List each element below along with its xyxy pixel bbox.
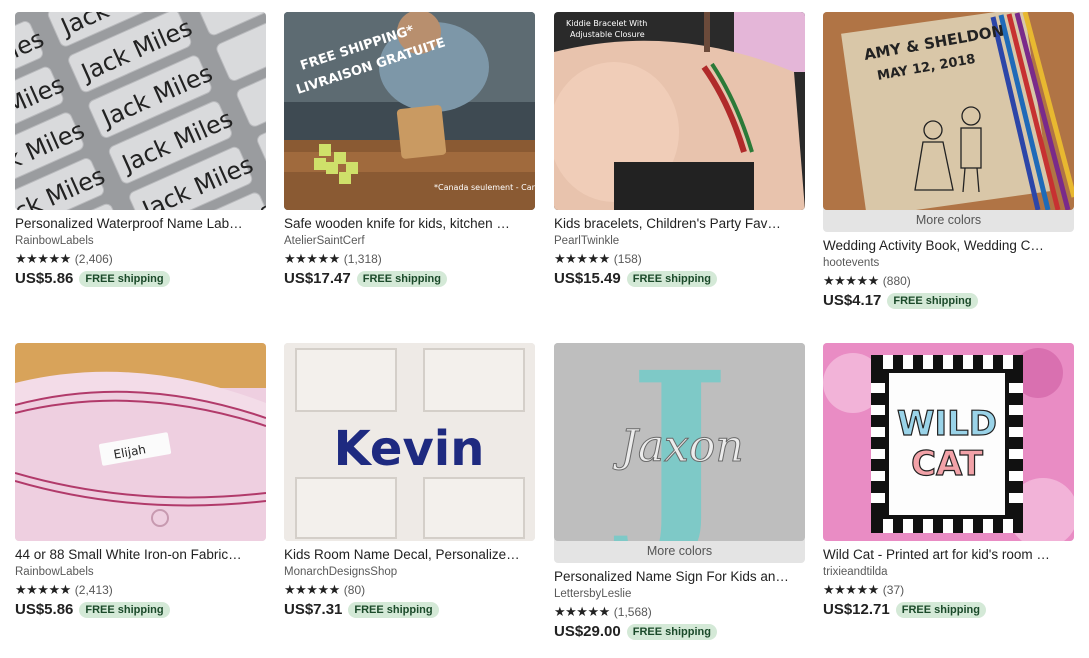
free-shipping-badge: FREE shipping	[887, 292, 978, 309]
rating: ★★★★★ (2,406)	[15, 251, 266, 267]
price-row: US$4.17 FREE shipping	[823, 292, 1074, 309]
free-shipping-badge: FREE shipping	[79, 270, 170, 287]
review-count: (80)	[343, 583, 366, 597]
svg-text:Kiddie Bracelet With: Kiddie Bracelet With	[566, 19, 647, 28]
rating: ★★★★★ (158)	[554, 251, 805, 267]
free-shipping-badge: FREE shipping	[626, 270, 717, 287]
shop-name: RainbowLabels	[15, 235, 94, 247]
rating: ★★★★★ (80)	[284, 582, 535, 598]
listing-image[interactable]: AMY & SHELDON MAY 12, 2018	[823, 12, 1074, 210]
listing-image[interactable]: J Jaxon	[554, 343, 805, 541]
shop-name: RainbowLabels	[15, 566, 94, 578]
listing-image[interactable]: Jack Miles Jack Miles Jack Miles Jack Mi…	[15, 12, 266, 210]
rating: ★★★★★ (2,413)	[15, 582, 266, 598]
price-row: US$12.71 FREE shipping	[823, 601, 1074, 618]
kids-bracelet-photo: Kiddie Bracelet With Adjustable Closure	[554, 12, 805, 210]
listing-image[interactable]: Kevin	[284, 343, 535, 541]
svg-text:*Canada seulement - Canada onl: *Canada seulement - Canada only	[434, 183, 535, 192]
shop-name: LettersbyLeslie	[554, 588, 632, 600]
review-count: (1,318)	[343, 252, 382, 266]
shop-name: MonarchDesignsShop	[284, 566, 398, 578]
star-rating-icon: ★★★★★	[823, 582, 879, 597]
iron-on-label-photo: Elijah	[15, 343, 266, 541]
listing-title[interactable]: Personalized Name Sign For Kids an…	[554, 569, 805, 584]
shop-name: hootevents	[823, 257, 880, 269]
price-row: US$5.86 FREE shipping	[15, 601, 266, 618]
shop-name: PearlTwinkle	[554, 235, 620, 247]
listing-image[interactable]: Elijah	[15, 343, 266, 541]
rating: ★★★★★ (880)	[823, 273, 1074, 289]
listing-title[interactable]: Wedding Activity Book, Wedding C…	[823, 238, 1074, 253]
more-colors-bar[interactable]: More colors	[554, 539, 805, 563]
svg-text:WILD: WILD	[897, 404, 997, 444]
price: US$5.86	[15, 270, 74, 287]
review-count: (158)	[613, 252, 642, 266]
rating: ★★★★★ (37)	[823, 582, 1074, 598]
svg-text:Kevin: Kevin	[334, 421, 485, 477]
price: US$5.86	[15, 601, 74, 618]
star-rating-icon: ★★★★★	[554, 604, 610, 619]
listing-title[interactable]: 44 or 88 Small White Iron-on Fabric…	[15, 547, 266, 562]
rating: ★★★★★ (1,318)	[284, 251, 535, 267]
free-shipping-badge: FREE shipping	[626, 623, 717, 640]
listing-title[interactable]: Kids Room Name Decal, Personalize…	[284, 547, 535, 562]
shop-name: AtelierSaintCerf	[284, 235, 365, 247]
free-shipping-badge: FREE shipping	[79, 601, 170, 618]
name-labels-photo: Jack Miles Jack Miles Jack Miles Jack Mi…	[15, 12, 266, 210]
free-shipping-badge: FREE shipping	[356, 270, 447, 287]
price-row: US$17.47 FREE shipping	[284, 270, 535, 287]
review-count: (2,406)	[74, 252, 113, 266]
listing-title[interactable]: Kids bracelets, Children's Party Fav…	[554, 216, 805, 231]
price-row: US$15.49 FREE shipping	[554, 270, 805, 287]
listing-card[interactable]: Kiddie Bracelet With Adjustable Closure …	[554, 12, 805, 287]
more-colors-bar[interactable]: More colors	[823, 208, 1074, 232]
price: US$12.71	[823, 601, 890, 618]
listing-card[interactable]: J Jaxon More colors Personalized Name Si…	[554, 343, 805, 640]
star-rating-icon: ★★★★★	[15, 251, 71, 266]
price: US$17.47	[284, 270, 351, 287]
price-row: US$29.00 FREE shipping	[554, 623, 805, 640]
shop-name: trixieandtilda	[823, 566, 888, 578]
wedding-activity-book-photo: AMY & SHELDON MAY 12, 2018	[823, 12, 1074, 210]
rating: ★★★★★ (1,568)	[554, 604, 805, 620]
wooden-knife-photo: FREE SHIPPING* LIVRAISON GRATUITE *Canad…	[284, 12, 535, 210]
listing-grid: Jack Miles Jack Miles Jack Miles Jack Mi…	[0, 0, 1089, 658]
room-name-decal-photo: Kevin	[284, 343, 535, 541]
star-rating-icon: ★★★★★	[554, 251, 610, 266]
star-rating-icon: ★★★★★	[284, 582, 340, 597]
listing-title[interactable]: Personalized Waterproof Name Lab…	[15, 216, 266, 231]
free-shipping-badge: FREE shipping	[895, 601, 986, 618]
listing-image[interactable]: Kiddie Bracelet With Adjustable Closure	[554, 12, 805, 210]
listing-title[interactable]: Safe wooden knife for kids, kitchen …	[284, 216, 535, 231]
price-row: US$5.86 FREE shipping	[15, 270, 266, 287]
listing-image[interactable]: FREE SHIPPING* LIVRAISON GRATUITE *Canad…	[284, 12, 535, 210]
name-sign-photo: J Jaxon	[554, 343, 805, 541]
review-count: (37)	[882, 583, 905, 597]
free-shipping-badge: FREE shipping	[348, 601, 439, 618]
listing-image[interactable]: WILD CAT	[823, 343, 1074, 541]
listing-card[interactable]: AMY & SHELDON MAY 12, 2018 More colors W…	[823, 12, 1074, 309]
review-count: (2,413)	[74, 583, 113, 597]
price: US$4.17	[823, 292, 882, 309]
svg-text:Adjustable Closure: Adjustable Closure	[570, 30, 645, 39]
listing-card[interactable]: FREE SHIPPING* LIVRAISON GRATUITE *Canad…	[284, 12, 535, 287]
listing-title[interactable]: Wild Cat - Printed art for kid's room …	[823, 547, 1074, 562]
review-count: (880)	[882, 274, 911, 288]
listing-card[interactable]: Elijah 44 or 88 Small White Iron-on Fabr…	[15, 343, 266, 618]
price: US$7.31	[284, 601, 343, 618]
svg-text:CAT: CAT	[911, 444, 984, 484]
review-count: (1,568)	[613, 605, 652, 619]
wild-cat-print-photo: WILD CAT	[823, 343, 1074, 541]
price: US$15.49	[554, 270, 621, 287]
price: US$29.00	[554, 623, 621, 640]
price-row: US$7.31 FREE shipping	[284, 601, 535, 618]
star-rating-icon: ★★★★★	[823, 273, 879, 288]
star-rating-icon: ★★★★★	[15, 582, 71, 597]
listing-card[interactable]: Kevin Kids Room Name Decal, Personalize……	[284, 343, 535, 618]
svg-text:Jaxon: Jaxon	[612, 421, 744, 472]
listing-card[interactable]: WILD CAT Wild Cat - Printed art for kid'…	[823, 343, 1074, 618]
listing-card[interactable]: Jack Miles Jack Miles Jack Miles Jack Mi…	[15, 12, 266, 287]
star-rating-icon: ★★★★★	[284, 251, 340, 266]
